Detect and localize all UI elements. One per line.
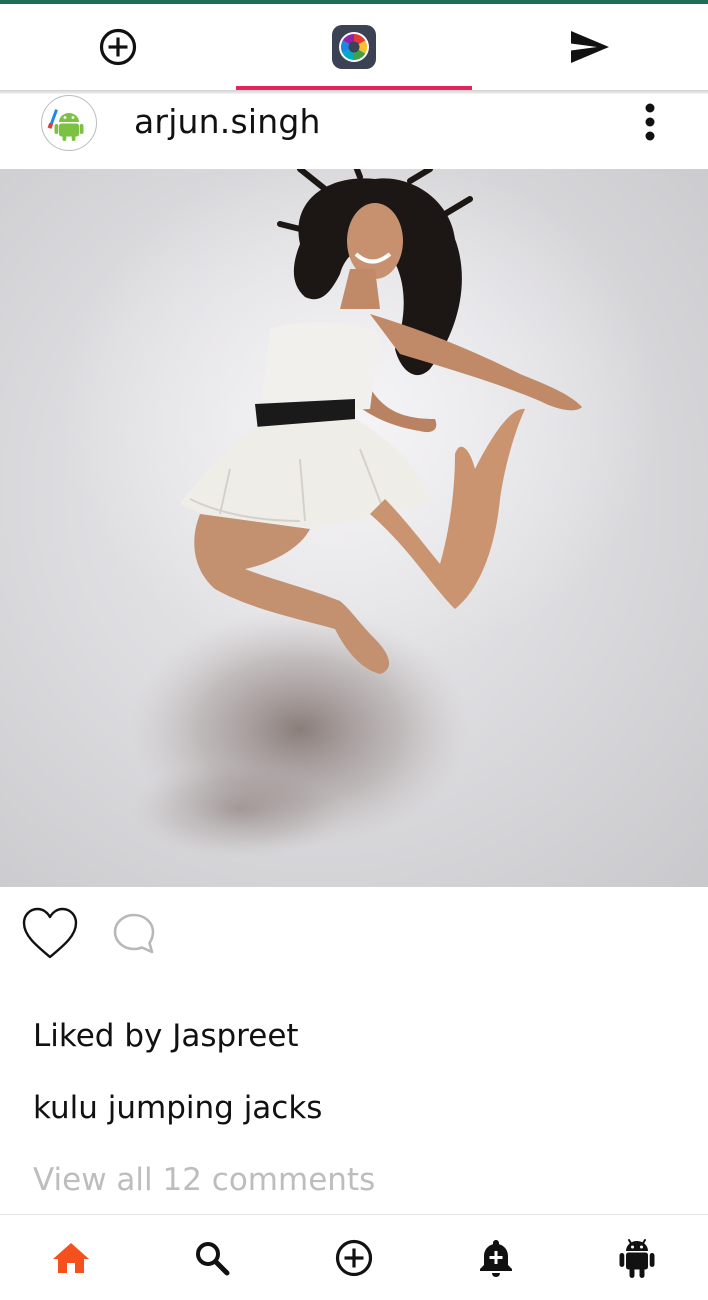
more-vertical-icon — [645, 103, 655, 141]
home-icon — [52, 1243, 89, 1273]
post-photo[interactable] — [0, 169, 708, 887]
android-avatar-icon — [47, 101, 91, 145]
app-screen: arjun.singh Liked by Jaspreet kulu jumpi… — [0, 0, 708, 1300]
tab-feed[interactable] — [236, 4, 472, 90]
post-actions — [0, 887, 708, 982]
app-logo-icon — [332, 25, 376, 69]
notification-add-icon — [479, 1240, 512, 1277]
more-options-button[interactable] — [630, 98, 670, 146]
send-icon — [571, 31, 609, 63]
add-circle-icon — [99, 28, 137, 66]
nav-home[interactable] — [0, 1215, 142, 1300]
search-icon — [196, 1242, 230, 1276]
view-comments-link[interactable]: View all 12 comments — [33, 1162, 375, 1198]
avatar[interactable] — [41, 95, 97, 151]
like-heart-icon[interactable] — [21, 906, 79, 962]
nav-search[interactable] — [142, 1215, 284, 1300]
tab-add[interactable] — [0, 4, 236, 90]
jumping-dancer-image — [60, 169, 660, 859]
top-tab-bar — [0, 4, 708, 90]
post-username[interactable]: arjun.singh — [134, 102, 321, 141]
post-header: arjun.singh — [0, 94, 708, 169]
nav-profile[interactable] — [566, 1215, 708, 1300]
tab-direct[interactable] — [472, 4, 708, 90]
android-icon — [619, 1239, 655, 1278]
add-circle-icon — [335, 1239, 373, 1277]
bottom-navigation — [0, 1214, 708, 1300]
liked-by-text[interactable]: Liked by Jaspreet — [33, 1018, 299, 1054]
nav-add-post[interactable] — [283, 1215, 425, 1300]
comment-bubble-icon[interactable] — [111, 911, 157, 957]
post-caption: kulu jumping jacks — [33, 1090, 323, 1126]
nav-notifications[interactable] — [425, 1215, 567, 1300]
